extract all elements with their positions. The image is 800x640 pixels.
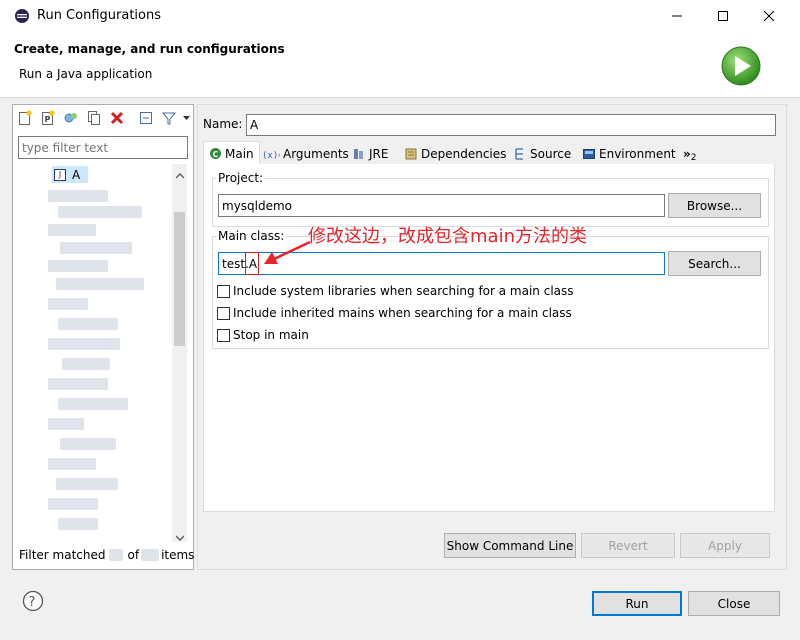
run-configurations-dialog: Run Configurations Create, manage, and r… (0, 0, 800, 640)
stop-in-main-checkbox[interactable]: Stop in main (217, 328, 309, 342)
browse-button[interactable]: Browse... (668, 193, 761, 218)
name-label: Name: (203, 117, 243, 131)
new-configuration-icon[interactable] (16, 109, 34, 127)
maximize-icon[interactable] (700, 0, 746, 31)
tree-item-label: A (72, 167, 81, 182)
svg-text:C: C (212, 150, 218, 159)
tab-jre[interactable]: JRE (352, 143, 388, 165)
show-command-line-button[interactable]: Show Command Line (444, 533, 576, 558)
tabs-overflow-button[interactable]: » 2 (683, 143, 697, 165)
arguments-icon: (x)= (262, 147, 280, 161)
close-icon[interactable] (746, 0, 792, 31)
window-title: Run Configurations (37, 8, 161, 23)
collapse-all-icon[interactable] (137, 109, 155, 127)
tab-main[interactable]: C Main (203, 141, 260, 165)
search-button[interactable]: Search... (668, 251, 761, 276)
tree-item-selected[interactable]: J A (52, 166, 88, 183)
environment-icon (582, 147, 596, 161)
banner-subheading: Run a Java application (19, 67, 153, 81)
title-bar: Run Configurations (0, 0, 800, 31)
scroll-up-icon[interactable] (175, 168, 185, 182)
filter-input[interactable] (18, 136, 188, 159)
banner-heading: Create, manage, and run configurations (14, 42, 285, 56)
scroll-down-icon[interactable] (175, 530, 185, 544)
close-button[interactable]: Close (688, 591, 780, 616)
eclipse-icon (14, 8, 30, 24)
run-launch-icon (720, 45, 766, 91)
dialog-banner: Create, manage, and run configurations R… (0, 31, 800, 98)
tree-scroll-thumb[interactable] (174, 212, 185, 346)
tab-source[interactable]: Source (513, 143, 571, 165)
tab-environment[interactable]: Environment (582, 143, 676, 165)
jre-icon (352, 147, 366, 161)
include-system-libraries-checkbox[interactable]: Include system libraries when searching … (217, 284, 574, 298)
project-label: Project: (216, 171, 266, 185)
filter-icon[interactable] (160, 109, 178, 127)
run-button[interactable]: Run (592, 591, 682, 616)
tab-arguments[interactable]: (x)= Arguments (262, 143, 349, 165)
tree-toolbar: P (16, 109, 191, 127)
main-tab-icon: C (208, 147, 222, 161)
export-icon[interactable] (62, 109, 80, 127)
view-menu-icon[interactable] (183, 109, 191, 127)
svg-text:P: P (45, 115, 51, 124)
annotation-text: 修改这边，改成包含main方法的类 (308, 226, 587, 247)
tab-dependencies[interactable]: Dependencies (404, 143, 506, 165)
filter-status: Filter matched of items (19, 548, 195, 562)
apply-button[interactable]: Apply (680, 533, 770, 558)
tree-scrollbar[interactable] (172, 164, 187, 542)
delete-icon[interactable] (108, 109, 126, 127)
dependencies-icon (404, 147, 418, 161)
svg-text:?: ? (29, 595, 36, 610)
annotation-arrow-icon (264, 240, 311, 264)
minimize-icon[interactable] (654, 0, 700, 31)
duplicate-icon[interactable] (85, 109, 103, 127)
svg-text:(x)=: (x)= (262, 151, 280, 160)
tree-items-obscured (48, 188, 144, 538)
source-icon (513, 147, 527, 161)
help-icon[interactable]: ? (22, 590, 44, 612)
include-inherited-mains-checkbox[interactable]: Include inherited mains when searching f… (217, 306, 572, 320)
project-input[interactable] (218, 194, 665, 217)
new-prototype-icon[interactable]: P (39, 109, 57, 127)
name-input[interactable] (246, 114, 776, 136)
annotation-highlight-box (245, 252, 259, 275)
java-application-icon: J (54, 168, 66, 181)
revert-button[interactable]: Revert (581, 533, 675, 558)
